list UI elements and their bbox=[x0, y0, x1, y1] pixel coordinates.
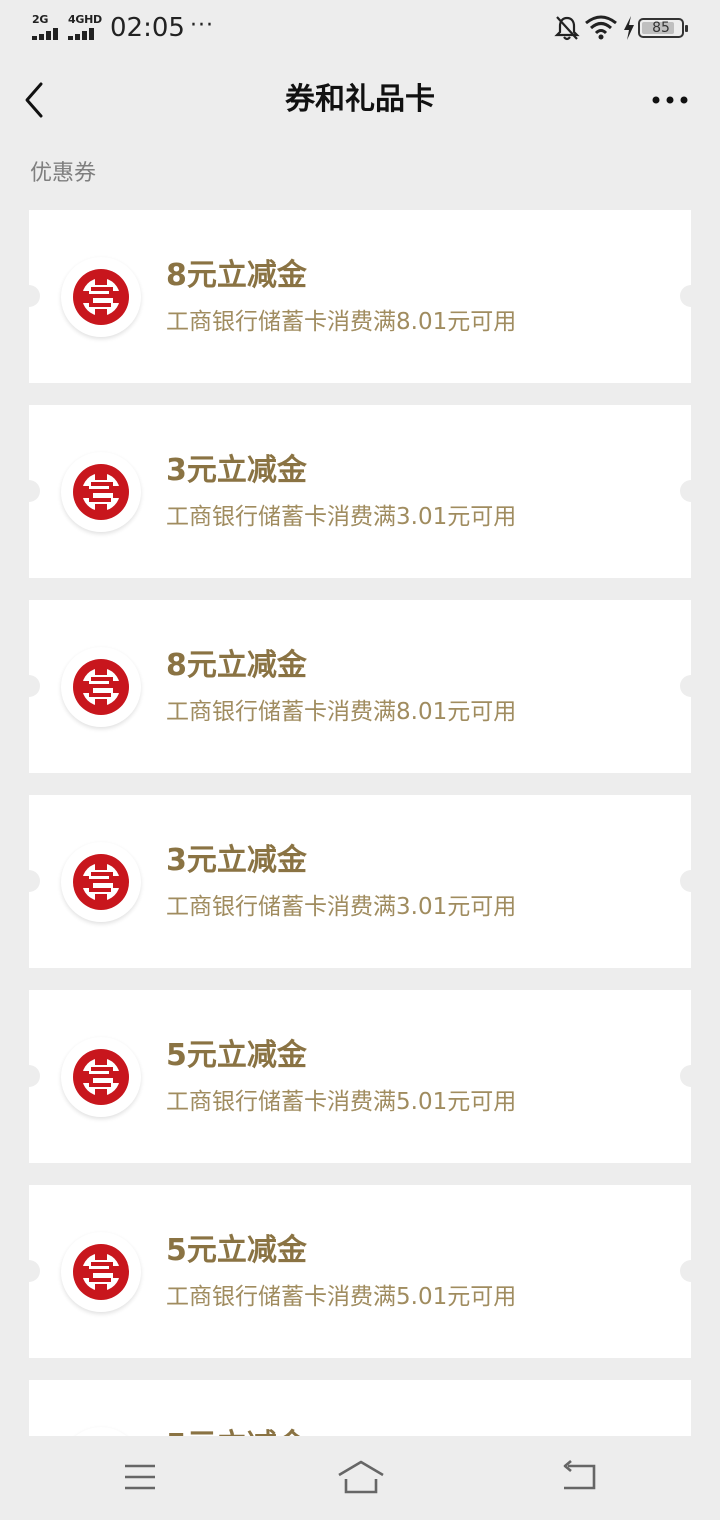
icbc-logo-icon bbox=[61, 842, 141, 922]
card-notch bbox=[18, 480, 40, 502]
card-notch bbox=[18, 1065, 40, 1087]
coupon-card[interactable]: 8元立减金 工商银行储蓄卡消费满8.01元可用 bbox=[18, 600, 702, 773]
icbc-logo-icon bbox=[61, 1232, 141, 1312]
card-notch bbox=[18, 870, 40, 892]
card-notch bbox=[18, 285, 40, 307]
card-notch bbox=[680, 870, 702, 892]
system-nav-bar bbox=[0, 1436, 720, 1520]
icbc-logo-icon bbox=[61, 1037, 141, 1117]
status-bar: 2G 4GHD 02:05 ··· 85 bbox=[0, 0, 720, 56]
coupon-title: 5元立减金 bbox=[166, 1038, 307, 1073]
wifi-icon bbox=[585, 15, 617, 40]
coupon-card[interactable]: 5元立减金 工商银行储蓄卡消费满5.01元可用 bbox=[18, 990, 702, 1163]
icbc-logo-icon bbox=[61, 647, 141, 727]
more-dots-icon[interactable] bbox=[648, 86, 692, 114]
screen: 2G 4GHD 02:05 ··· 85 券和礼品卡 优惠券 8元立减金 工商银… bbox=[0, 0, 720, 1520]
mute-bell-icon bbox=[554, 16, 580, 41]
coupon-list[interactable]: 8元立减金 工商银行储蓄卡消费满8.01元可用 3元立减金 工商银行储蓄卡消费满… bbox=[0, 210, 720, 1436]
card-notch bbox=[680, 285, 702, 307]
card-notch bbox=[18, 1260, 40, 1282]
battery-icon: 85 bbox=[638, 18, 688, 38]
coupon-title: 5元立减金 bbox=[166, 1233, 307, 1268]
signal-4g-label: 4GHD bbox=[68, 13, 102, 26]
home-icon[interactable] bbox=[336, 1458, 386, 1496]
coupon-desc: 工商银行储蓄卡消费满3.01元可用 bbox=[166, 504, 517, 530]
icbc-logo-icon bbox=[61, 257, 141, 337]
coupon-desc: 工商银行储蓄卡消费满8.01元可用 bbox=[166, 699, 517, 725]
card-notch bbox=[680, 1260, 702, 1282]
coupon-title: 3元立减金 bbox=[166, 453, 307, 488]
coupon-desc: 工商银行储蓄卡消费满5.01元可用 bbox=[166, 1284, 517, 1310]
coupon-desc: 工商银行储蓄卡消费满3.01元可用 bbox=[166, 894, 517, 920]
coupon-card[interactable]: 8元立减金 工商银行储蓄卡消费满8.01元可用 bbox=[18, 210, 702, 383]
coupon-desc: 工商银行储蓄卡消费满8.01元可用 bbox=[166, 309, 517, 335]
nav-bar: 券和礼品卡 bbox=[0, 56, 720, 144]
coupon-card[interactable]: 5元立减金 工商银行储蓄卡消费满5.01元可用 bbox=[18, 1185, 702, 1358]
card-notch bbox=[18, 675, 40, 697]
return-icon[interactable] bbox=[560, 1458, 600, 1494]
coupon-title: 8元立减金 bbox=[166, 648, 307, 683]
charging-icon bbox=[624, 16, 634, 40]
signal-bars-icon bbox=[68, 28, 102, 40]
coupon-card-partial[interactable]: 5元立减金 bbox=[29, 1380, 691, 1436]
coupon-card[interactable]: 3元立减金 工商银行储蓄卡消费满3.01元可用 bbox=[18, 795, 702, 968]
menu-icon[interactable] bbox=[122, 1458, 158, 1494]
coupon-title: 8元立减金 bbox=[166, 258, 307, 293]
card-notch bbox=[680, 1065, 702, 1087]
coupon-card[interactable]: 3元立减金 工商银行储蓄卡消费满3.01元可用 bbox=[18, 405, 702, 578]
page-title: 券和礼品卡 bbox=[285, 82, 435, 117]
section-label-coupons: 优惠券 bbox=[30, 161, 97, 186]
coupon-desc: 工商银行储蓄卡消费满5.01元可用 bbox=[166, 1089, 517, 1115]
coupon-title: 5元立减金 bbox=[166, 1426, 307, 1436]
signal-bars-icon bbox=[32, 28, 66, 40]
battery-level: 85 bbox=[652, 20, 670, 36]
card-notch bbox=[680, 480, 702, 502]
coupon-title: 3元立减金 bbox=[166, 843, 307, 878]
clock: 02:05 bbox=[110, 13, 185, 43]
card-notch bbox=[680, 675, 702, 697]
icbc-logo-icon bbox=[61, 452, 141, 532]
signal-2g-label: 2G bbox=[32, 13, 49, 26]
notification-dots: ··· bbox=[190, 13, 214, 38]
icbc-logo-icon bbox=[61, 1427, 141, 1436]
